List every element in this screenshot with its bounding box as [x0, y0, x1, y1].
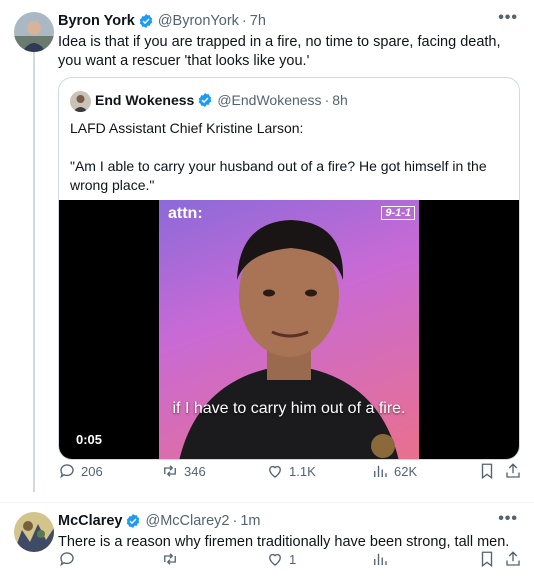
thread-line [33, 52, 35, 492]
quote-author-handle[interactable]: @EndWokeness [217, 92, 321, 108]
share-button[interactable] [504, 462, 527, 480]
attn-watermark: attn: [168, 205, 203, 222]
timestamp[interactable]: 7h [250, 13, 266, 29]
repost-button[interactable] [161, 550, 184, 568]
bookmark-button[interactable] [478, 550, 501, 568]
views-icon [374, 465, 387, 477]
author-name[interactable]: Byron York [58, 13, 135, 29]
avatar[interactable] [14, 512, 54, 552]
like-button[interactable]: 1 [266, 550, 296, 568]
more-options-icon[interactable]: ••• [498, 510, 518, 528]
video-frame: attn: 9-1-1 if I have to carry him out o… [159, 200, 419, 459]
person-image [179, 220, 399, 459]
separator-dot: · [241, 13, 247, 29]
tweet-header: McClarey @McClarey2 · 1m [58, 513, 261, 529]
author-handle[interactable]: @McClarey2 [145, 513, 229, 529]
reply-count: 206 [81, 463, 103, 479]
views-button[interactable] [371, 550, 394, 568]
share-button[interactable] [504, 550, 527, 568]
avatar[interactable] [14, 12, 54, 52]
repost-count: 346 [184, 463, 206, 479]
like-button[interactable]: 1.1K [266, 462, 316, 480]
like-count: 1 [289, 551, 297, 567]
reply-button[interactable] [58, 550, 81, 568]
like-count: 1.1K [289, 463, 316, 479]
views-button[interactable]: 62K [371, 462, 417, 480]
repost-icon [164, 553, 176, 565]
separator-dot: · [324, 92, 330, 108]
reply-icon [60, 464, 74, 479]
timestamp[interactable]: 1m [240, 513, 260, 529]
author-handle[interactable]: @ByronYork [158, 13, 239, 29]
quote-text-line: LAFD Assistant Chief Kristine Larson: [70, 120, 304, 136]
verified-badge-icon [127, 514, 140, 528]
video-duration: 0:05 [76, 432, 103, 447]
quote-avatar[interactable] [70, 91, 91, 112]
heart-icon [269, 465, 281, 478]
heart-icon [269, 553, 281, 566]
bookmark-button[interactable] [478, 462, 501, 480]
share-icon [506, 463, 520, 478]
separator-dot: · [232, 513, 238, 529]
repost-icon [164, 465, 176, 477]
quote-author-name[interactable]: End Wokeness [95, 92, 194, 108]
verified-badge-icon [139, 14, 153, 28]
verified-badge-icon [199, 93, 212, 107]
reply-icon [60, 552, 74, 567]
views-icon [374, 553, 387, 565]
tweet-header: Byron York @ByronYork · 7h [58, 13, 266, 29]
video-player[interactable]: attn: 9-1-1 if I have to carry him out o… [59, 200, 519, 459]
quote-header: End Wokeness @EndWokeness · 8h [95, 92, 348, 108]
quote-timestamp[interactable]: 8h [332, 92, 348, 108]
repost-button[interactable]: 346 [161, 462, 206, 480]
tweet-mcclarey[interactable]: McClarey @McClarey2 · 1m ••• There is a … [0, 502, 534, 586]
author-name[interactable]: McClarey [58, 513, 122, 529]
more-options-icon[interactable]: ••• [498, 9, 518, 27]
network-logo: 9-1-1 [381, 206, 415, 220]
video-caption: if I have to carry him out of a fire. [172, 400, 406, 417]
tweet-byron-york[interactable]: Byron York @ByronYork · 7h ••• Idea is t… [0, 0, 534, 502]
view-count: 62K [394, 463, 418, 479]
bookmark-icon [481, 463, 493, 480]
quote-text-line: "Am I able to carry your husband out of … [70, 158, 487, 193]
share-icon [506, 551, 520, 566]
reply-button[interactable]: 206 [58, 462, 103, 480]
bookmark-icon [481, 551, 493, 568]
tweet-text: Idea is that if you are trapped in a fir… [58, 34, 501, 69]
quoted-tweet[interactable]: End Wokeness @EndWokeness · 8h LAFD Assi… [58, 77, 520, 460]
